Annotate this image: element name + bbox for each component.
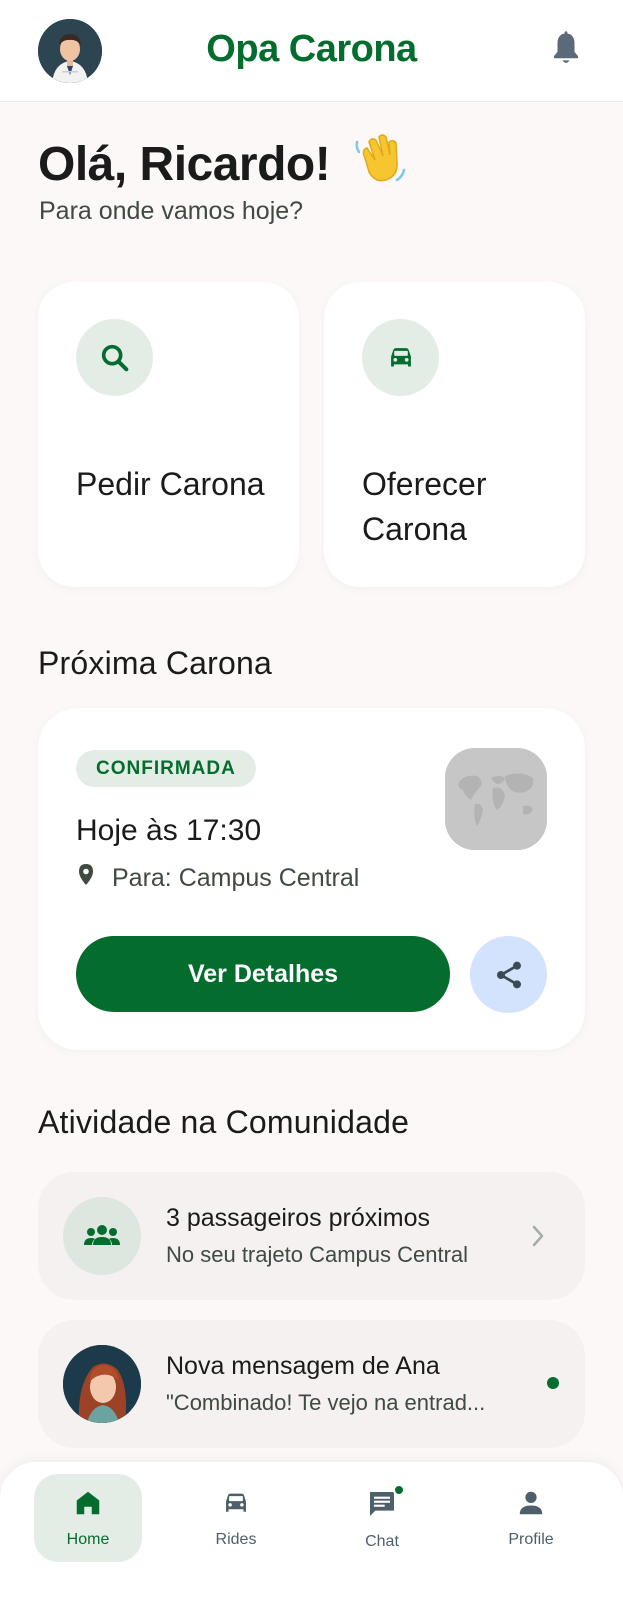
request-ride-label: Pedir Carona xyxy=(76,466,265,502)
car-icon xyxy=(362,319,439,396)
top-app-bar: Opa Carona xyxy=(0,0,623,102)
nav-item-chat[interactable]: Chat xyxy=(328,1474,436,1562)
ana-avatar xyxy=(63,1345,141,1423)
chevron-right-icon xyxy=(531,1224,545,1253)
nav-label: Rides xyxy=(215,1531,257,1548)
chat-badge xyxy=(393,1484,405,1496)
list-item-title: 3 passageiros próximos xyxy=(166,1204,431,1232)
list-item-new-message[interactable]: Nova mensagem de Ana "Combinado! Te vejo… xyxy=(38,1320,585,1448)
next-ride-card: CONFIRMADA Hoje às 17:30 Para: Campus Ce… xyxy=(38,708,585,1050)
chat-icon xyxy=(365,1484,405,1525)
nav-label: Profile xyxy=(508,1531,554,1548)
list-item-nearby-passengers[interactable]: 3 passageiros próximos No seu trajeto Ca… xyxy=(38,1172,585,1300)
list-item-subtitle: "Combinado! Te vejo na entrad... xyxy=(166,1390,486,1415)
ride-destination: Para: Campus Central xyxy=(76,863,359,894)
greeting-title: Olá, Ricardo! xyxy=(38,128,407,196)
app-title: Opa Carona xyxy=(206,28,417,70)
nav-item-rides[interactable]: Rides xyxy=(182,1474,290,1562)
person-icon xyxy=(516,1488,546,1523)
list-item-title: Nova mensagem de Ana xyxy=(166,1352,440,1380)
community-section-title: Atividade na Comunidade xyxy=(38,1104,410,1140)
bell-icon[interactable] xyxy=(549,30,583,68)
greeting-text: Olá, Ricardo! xyxy=(38,138,331,191)
nav-item-home[interactable]: Home xyxy=(34,1474,142,1562)
nav-label: Chat xyxy=(365,1533,399,1550)
ride-time: Hoje às 17:30 xyxy=(76,814,262,847)
view-details-button[interactable]: Ver Detalhes xyxy=(76,936,450,1012)
offer-ride-card[interactable]: Oferecer Carona xyxy=(324,282,585,587)
share-icon[interactable] xyxy=(470,936,547,1013)
home-icon xyxy=(73,1488,103,1523)
greeting-subtitle: Para onde vamos hoje? xyxy=(39,197,304,225)
waving-hand-icon xyxy=(351,128,407,196)
bottom-navigation: Home Rides Chat Profile xyxy=(0,1462,623,1600)
unread-indicator xyxy=(547,1377,559,1389)
offer-ride-label: Oferecer Carona xyxy=(362,466,487,547)
car-icon xyxy=(220,1488,252,1523)
ride-destination-text: Para: Campus Central xyxy=(112,864,360,892)
location-pin-icon xyxy=(76,863,96,894)
nav-item-profile[interactable]: Profile xyxy=(477,1474,585,1562)
request-ride-card[interactable]: Pedir Carona xyxy=(38,282,299,587)
nav-label: Home xyxy=(66,1531,110,1548)
map-thumbnail[interactable] xyxy=(445,748,547,850)
next-ride-section-title: Próxima Carona xyxy=(38,645,273,681)
group-icon xyxy=(63,1197,141,1275)
search-icon xyxy=(76,319,153,396)
list-item-subtitle: No seu trajeto Campus Central xyxy=(166,1242,469,1267)
status-badge: CONFIRMADA xyxy=(76,750,256,787)
